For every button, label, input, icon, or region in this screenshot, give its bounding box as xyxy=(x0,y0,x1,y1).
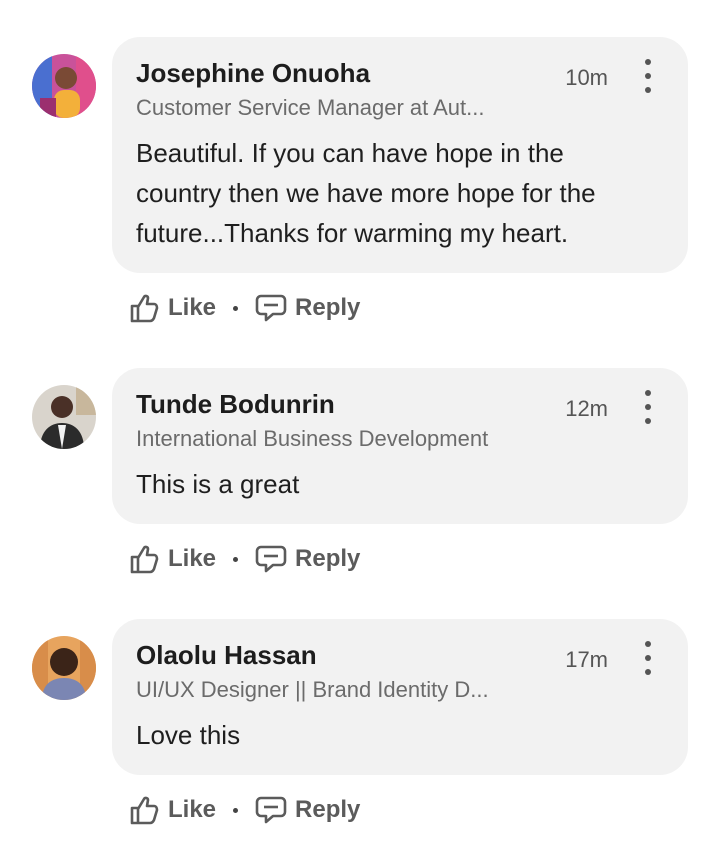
speech-bubble-icon xyxy=(255,292,287,324)
like-button[interactable]: Like xyxy=(128,794,216,826)
speech-bubble-icon xyxy=(255,543,287,575)
comment-text: This is a great xyxy=(136,469,300,499)
author-headline: International Business Development xyxy=(136,426,489,451)
comment-bubble: Josephine Onuoha Customer Service Manage… xyxy=(112,37,688,273)
thumbs-up-icon xyxy=(128,543,160,575)
reply-label: Reply xyxy=(295,294,361,321)
reply-button[interactable]: Reply xyxy=(255,292,360,324)
separator-dot xyxy=(233,807,239,813)
comment-bubble: Olaolu Hassan UI/UX Designer || Brand Id… xyxy=(112,619,688,775)
like-button[interactable]: Like xyxy=(128,543,216,575)
like-label: Like xyxy=(168,294,217,321)
avatar[interactable] xyxy=(32,385,96,449)
comment-actions: Like Reply xyxy=(128,288,360,328)
comment-actions: Like Reply xyxy=(128,790,360,830)
speech-bubble-icon xyxy=(255,794,287,826)
separator-dot xyxy=(233,556,239,562)
more-options-icon[interactable] xyxy=(634,59,662,93)
like-label: Like xyxy=(168,796,217,823)
like-button[interactable]: Like xyxy=(128,292,216,324)
separator-dot xyxy=(233,305,239,311)
comment-time: 12m xyxy=(565,396,608,421)
author-headline: UI/UX Designer || Brand Identity D... xyxy=(136,677,489,702)
comment-time: 10m xyxy=(565,65,608,90)
reply-label: Reply xyxy=(295,796,361,823)
thumbs-up-icon xyxy=(128,794,160,826)
comment-bubble: Tunde Bodunrin International Business De… xyxy=(112,368,688,524)
reply-label: Reply xyxy=(295,545,361,572)
like-label: Like xyxy=(168,545,217,572)
avatar[interactable] xyxy=(32,54,96,118)
avatar[interactable] xyxy=(32,636,96,700)
more-options-icon[interactable] xyxy=(634,641,662,675)
thumbs-up-icon xyxy=(128,292,160,324)
reply-button[interactable]: Reply xyxy=(255,794,360,826)
author-headline: Customer Service Manager at Aut... xyxy=(136,95,485,120)
reply-button[interactable]: Reply xyxy=(255,543,360,575)
comment-text: Love this xyxy=(136,720,241,750)
more-options-icon[interactable] xyxy=(634,390,662,424)
comment-text: Beautiful. If you can have hope in the c… xyxy=(136,138,596,248)
comment-time: 17m xyxy=(565,647,608,672)
comment-actions: Like Reply xyxy=(128,539,360,579)
